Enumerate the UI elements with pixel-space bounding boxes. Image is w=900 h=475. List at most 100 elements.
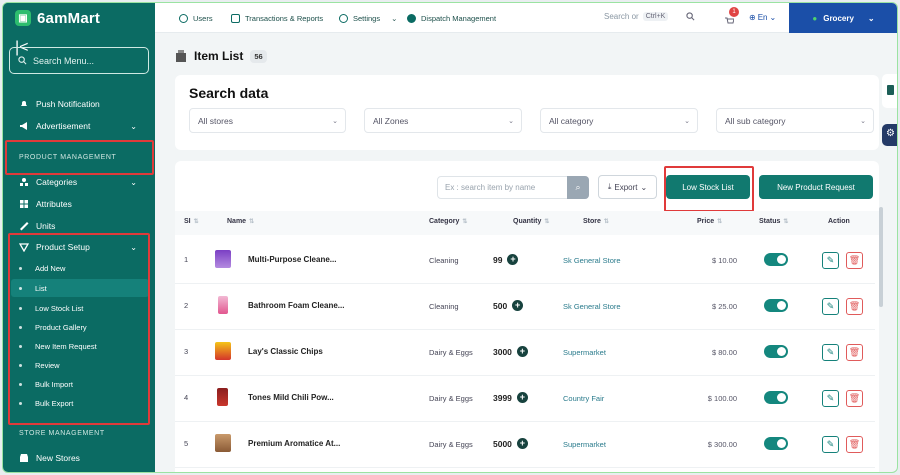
select-value: All category bbox=[549, 115, 594, 126]
status-toggle[interactable] bbox=[764, 437, 788, 450]
product-quantity: 3999 + bbox=[493, 392, 528, 403]
highlight-product-management bbox=[5, 140, 154, 175]
store-logo-icon: ▣ bbox=[15, 10, 31, 26]
nav-settings[interactable]: Settings ⌄ bbox=[339, 3, 397, 33]
sidebar-search-input[interactable]: Search Menu... bbox=[9, 47, 149, 74]
sidebar-item-advertisement[interactable]: Advertisement ⌄ bbox=[3, 116, 155, 136]
store-filter-select[interactable]: All stores ⌄ bbox=[189, 108, 346, 133]
edit-icon[interactable]: ✎ bbox=[822, 436, 839, 453]
sidebar-item-label: Push Notification bbox=[36, 99, 100, 109]
sort-icon: ⇅ bbox=[193, 219, 199, 225]
row-si: 1 bbox=[184, 255, 189, 264]
new-product-request-button[interactable]: New Product Request bbox=[759, 175, 873, 199]
product-store[interactable]: Country Fair bbox=[563, 394, 604, 403]
edit-icon[interactable]: ✎ bbox=[822, 344, 839, 361]
nav-dispatch-management[interactable]: Dispatch Management bbox=[407, 3, 496, 33]
row-si: 5 bbox=[184, 439, 189, 448]
sidebar-item-label: New Stores bbox=[36, 453, 80, 463]
categories-icon bbox=[19, 177, 29, 187]
search-icon bbox=[686, 12, 695, 21]
item-search-input[interactable]: Ex : search item by name ⌕ bbox=[437, 176, 589, 199]
edit-icon[interactable]: ✎ bbox=[822, 252, 839, 269]
search-button[interactable]: ⌕ bbox=[567, 176, 589, 199]
status-toggle[interactable] bbox=[764, 345, 788, 358]
sidebar-item-label: Categories bbox=[36, 177, 78, 187]
delete-icon[interactable]: 🗑 bbox=[846, 436, 863, 453]
sort-icon: ⇅ bbox=[462, 219, 468, 225]
nav-label: Dispatch Management bbox=[421, 13, 497, 23]
column-header-si[interactable]: SI ⇅ bbox=[184, 218, 199, 225]
product-store[interactable]: Sk General Store bbox=[563, 256, 621, 265]
gear-icon bbox=[339, 13, 348, 23]
product-category: Cleaning bbox=[429, 256, 459, 265]
product-name[interactable]: Premium Aromatice At... bbox=[248, 439, 340, 448]
table-scrollbar[interactable] bbox=[879, 207, 883, 307]
product-store[interactable]: Sk General Store bbox=[563, 302, 621, 311]
add-stock-icon[interactable]: + bbox=[512, 300, 524, 311]
product-quantity: 500 + bbox=[493, 300, 524, 311]
module-switcher[interactable]: ● Grocery ⌄ bbox=[789, 3, 897, 33]
subcategory-filter-select[interactable]: All sub category ⌄ bbox=[716, 108, 874, 133]
brand[interactable]: ▣ 6amMart bbox=[3, 3, 155, 33]
status-toggle[interactable] bbox=[764, 391, 788, 404]
nav-transactions-reports[interactable]: Transactions & Reports bbox=[231, 3, 323, 33]
side-panel-tab[interactable] bbox=[882, 74, 897, 108]
add-stock-icon[interactable]: + bbox=[507, 254, 519, 265]
status-toggle[interactable] bbox=[764, 299, 788, 312]
export-label: Export bbox=[614, 182, 638, 192]
add-stock-icon[interactable]: + bbox=[516, 392, 528, 403]
product-store[interactable]: Supermarket bbox=[563, 440, 606, 449]
header-label: Quantity bbox=[513, 218, 542, 225]
chevron-down-icon: ⌄ bbox=[130, 121, 137, 131]
product-name[interactable]: Tones Mild Chili Pow... bbox=[248, 393, 334, 402]
module-label: Grocery bbox=[823, 13, 854, 23]
sidebar-item-label: Units bbox=[36, 221, 56, 231]
column-header-name[interactable]: Name ⇅ bbox=[227, 218, 254, 225]
edit-icon[interactable]: ✎ bbox=[822, 298, 839, 315]
language-select[interactable]: ⊕ En ⌄ bbox=[749, 13, 776, 22]
sidebar-item-new-stores[interactable]: New Stores bbox=[3, 448, 155, 468]
nav-label: Settings bbox=[353, 13, 381, 23]
product-quantity: 5000 + bbox=[493, 438, 528, 449]
export-button[interactable]: ⤓ Export ⌄ bbox=[598, 175, 657, 199]
sidebar-item-categories[interactable]: Categories ⌄ bbox=[3, 172, 155, 192]
settings-panel-tab[interactable]: ⚙ bbox=[882, 124, 897, 146]
product-name[interactable]: Bathroom Foam Cleane... bbox=[248, 301, 344, 310]
product-name[interactable]: Lay's Classic Chips bbox=[248, 347, 323, 356]
table-row: 5 Premium Aromatice At... Dairy & Eggs 5… bbox=[175, 422, 875, 468]
box-icon bbox=[176, 50, 186, 62]
column-header-status[interactable]: Status ⇅ bbox=[759, 218, 788, 225]
delete-icon[interactable]: 🗑 bbox=[846, 298, 863, 315]
delete-icon[interactable]: 🗑 bbox=[846, 252, 863, 269]
edit-icon[interactable]: ✎ bbox=[822, 390, 839, 407]
ruler-icon bbox=[19, 221, 29, 231]
sort-icon: ⇅ bbox=[603, 219, 609, 225]
chevron-down-icon: ⌄ bbox=[640, 182, 648, 192]
megaphone-icon bbox=[19, 121, 29, 131]
zone-filter-select[interactable]: All Zones ⌄ bbox=[364, 108, 522, 133]
add-stock-icon[interactable]: + bbox=[516, 438, 528, 449]
column-header-store[interactable]: Store ⇅ bbox=[583, 218, 609, 225]
delete-icon[interactable]: 🗑 bbox=[846, 390, 863, 407]
column-header-quantity[interactable]: Quantity ⇅ bbox=[513, 218, 549, 225]
delete-icon[interactable]: 🗑 bbox=[846, 344, 863, 361]
column-header-price[interactable]: Price ⇅ bbox=[697, 218, 722, 225]
quantity-value: 99 bbox=[493, 254, 503, 265]
app-window: ▣ 6amMart |< Search Menu... Push Notific… bbox=[2, 2, 898, 473]
product-image bbox=[215, 250, 231, 268]
cart-icon[interactable]: 1 bbox=[724, 7, 739, 24]
add-stock-icon[interactable]: + bbox=[516, 346, 528, 357]
status-toggle[interactable] bbox=[764, 253, 788, 266]
product-name[interactable]: Multi-Purpose Cleane... bbox=[248, 255, 336, 264]
sidebar-item-attributes[interactable]: Attributes bbox=[3, 194, 155, 214]
category-filter-select[interactable]: All category ⌄ bbox=[540, 108, 698, 133]
product-category: Dairy & Eggs bbox=[429, 440, 473, 449]
chevron-down-icon: ⌄ bbox=[130, 177, 137, 187]
sidebar-item-push-notification[interactable]: Push Notification bbox=[3, 94, 155, 114]
nav-users[interactable]: Users bbox=[179, 3, 213, 33]
column-header-category[interactable]: Category ⇅ bbox=[429, 218, 467, 225]
nav-label: Transactions & Reports bbox=[245, 13, 324, 23]
global-search[interactable]: Search or Ctrl+K bbox=[604, 12, 695, 21]
sidebar-search-placeholder: Search Menu... bbox=[33, 55, 95, 66]
product-store[interactable]: Supermarket bbox=[563, 348, 606, 357]
